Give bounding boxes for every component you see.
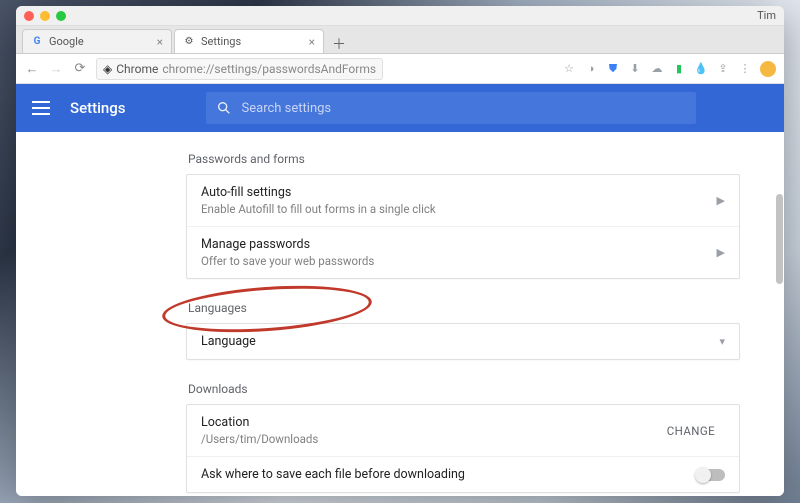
languages-card: Language ▾ bbox=[186, 323, 740, 360]
download-icon[interactable]: ⬇ bbox=[628, 62, 642, 76]
extension-icon[interactable]: ▮ bbox=[672, 62, 686, 76]
search-icon bbox=[216, 100, 232, 116]
window-zoom-icon[interactable] bbox=[56, 11, 66, 21]
row-title: Ask where to save each file before downl… bbox=[201, 467, 465, 482]
tab-strip: G Google × ⚙ Settings × ＋ bbox=[16, 26, 784, 54]
avatar-icon[interactable] bbox=[760, 61, 776, 77]
settings-body: Passwords and forms Auto-fill settings E… bbox=[16, 132, 784, 496]
row-title: Auto-fill settings bbox=[201, 185, 436, 200]
row-title: Language bbox=[201, 334, 256, 349]
passwords-forms-card: Auto-fill settings Enable Autofill to fi… bbox=[186, 174, 740, 279]
search-input[interactable] bbox=[242, 101, 686, 116]
row-title: Location bbox=[201, 415, 318, 430]
browser-window: Tim G Google × ⚙ Settings × ＋ ← → ⟳ ◈ Ch… bbox=[16, 6, 784, 496]
scrollbar-thumb[interactable] bbox=[776, 194, 783, 284]
back-button[interactable]: ← bbox=[24, 61, 40, 77]
share-icon[interactable]: ⇪ bbox=[716, 62, 730, 76]
section-title-downloads: Downloads bbox=[188, 382, 784, 396]
star-icon[interactable]: ☆ bbox=[562, 62, 576, 76]
section-title-passwords: Passwords and forms bbox=[188, 152, 784, 166]
manage-passwords-row[interactable]: Manage passwords Offer to save your web … bbox=[187, 226, 739, 278]
ask-save-location-row: Ask where to save each file before downl… bbox=[187, 456, 739, 492]
ask-save-toggle[interactable] bbox=[697, 469, 725, 481]
close-tab-icon[interactable]: × bbox=[309, 35, 315, 49]
close-tab-icon[interactable]: × bbox=[157, 35, 163, 49]
menu-button[interactable] bbox=[32, 101, 50, 115]
chevron-right-icon: ▶ bbox=[717, 246, 725, 259]
url-text: chrome://settings/passwordsAndForms bbox=[162, 62, 376, 76]
extension-icon[interactable]: ⛊ bbox=[606, 62, 620, 76]
row-subtitle: Enable Autofill to fill out forms in a s… bbox=[201, 202, 436, 216]
change-location-button[interactable]: CHANGE bbox=[657, 418, 725, 444]
row-title: Manage passwords bbox=[201, 237, 374, 252]
row-subtitle: Offer to save your web passwords bbox=[201, 254, 374, 268]
toolbar-actions: ☆ ◑ ⛊ ⬇ ☁ ▮ 💧 ⇪ ⋮ bbox=[562, 61, 776, 77]
chevron-right-icon: ▶ bbox=[717, 194, 725, 207]
address-bar[interactable]: ◈ Chrome chrome://settings/passwordsAndF… bbox=[96, 58, 383, 80]
cloud-icon[interactable]: ☁ bbox=[650, 62, 664, 76]
page-content: Settings Passwords and forms Auto-fill s… bbox=[16, 84, 784, 496]
url-chip: Chrome bbox=[116, 62, 158, 76]
google-favicon-icon: G bbox=[31, 36, 43, 48]
page-title: Settings bbox=[70, 99, 126, 117]
menu-icon[interactable]: ⋮ bbox=[738, 62, 752, 76]
extension-icon[interactable]: ◑ bbox=[584, 62, 598, 76]
reload-button[interactable]: ⟳ bbox=[72, 61, 88, 76]
chevron-down-icon: ▾ bbox=[719, 335, 725, 348]
tab-google[interactable]: G Google × bbox=[22, 29, 172, 53]
tab-label: Google bbox=[49, 35, 84, 48]
droplet-icon[interactable]: 💧 bbox=[694, 62, 708, 76]
toolbar: ← → ⟳ ◈ Chrome chrome://settings/passwor… bbox=[16, 54, 784, 84]
window-titlebar: Tim bbox=[16, 6, 784, 26]
gear-favicon-icon: ⚙ bbox=[183, 36, 195, 48]
profile-name[interactable]: Tim bbox=[757, 9, 776, 22]
window-close-icon[interactable] bbox=[24, 11, 34, 21]
tab-settings[interactable]: ⚙ Settings × bbox=[174, 29, 324, 53]
autofill-settings-row[interactable]: Auto-fill settings Enable Autofill to fi… bbox=[187, 175, 739, 226]
settings-search[interactable] bbox=[206, 92, 696, 124]
downloads-card: Location /Users/tim/Downloads CHANGE Ask… bbox=[186, 404, 740, 493]
new-tab-button[interactable]: ＋ bbox=[330, 35, 348, 53]
forward-button[interactable]: → bbox=[48, 61, 64, 77]
site-info-icon: ◈ bbox=[103, 62, 112, 76]
settings-header: Settings bbox=[16, 84, 784, 132]
window-minimize-icon[interactable] bbox=[40, 11, 50, 21]
download-location-row: Location /Users/tim/Downloads CHANGE bbox=[187, 405, 739, 456]
tab-label: Settings bbox=[201, 35, 241, 48]
download-path: /Users/tim/Downloads bbox=[201, 432, 318, 446]
section-title-languages: Languages bbox=[188, 301, 784, 315]
language-row[interactable]: Language ▾ bbox=[187, 324, 739, 359]
